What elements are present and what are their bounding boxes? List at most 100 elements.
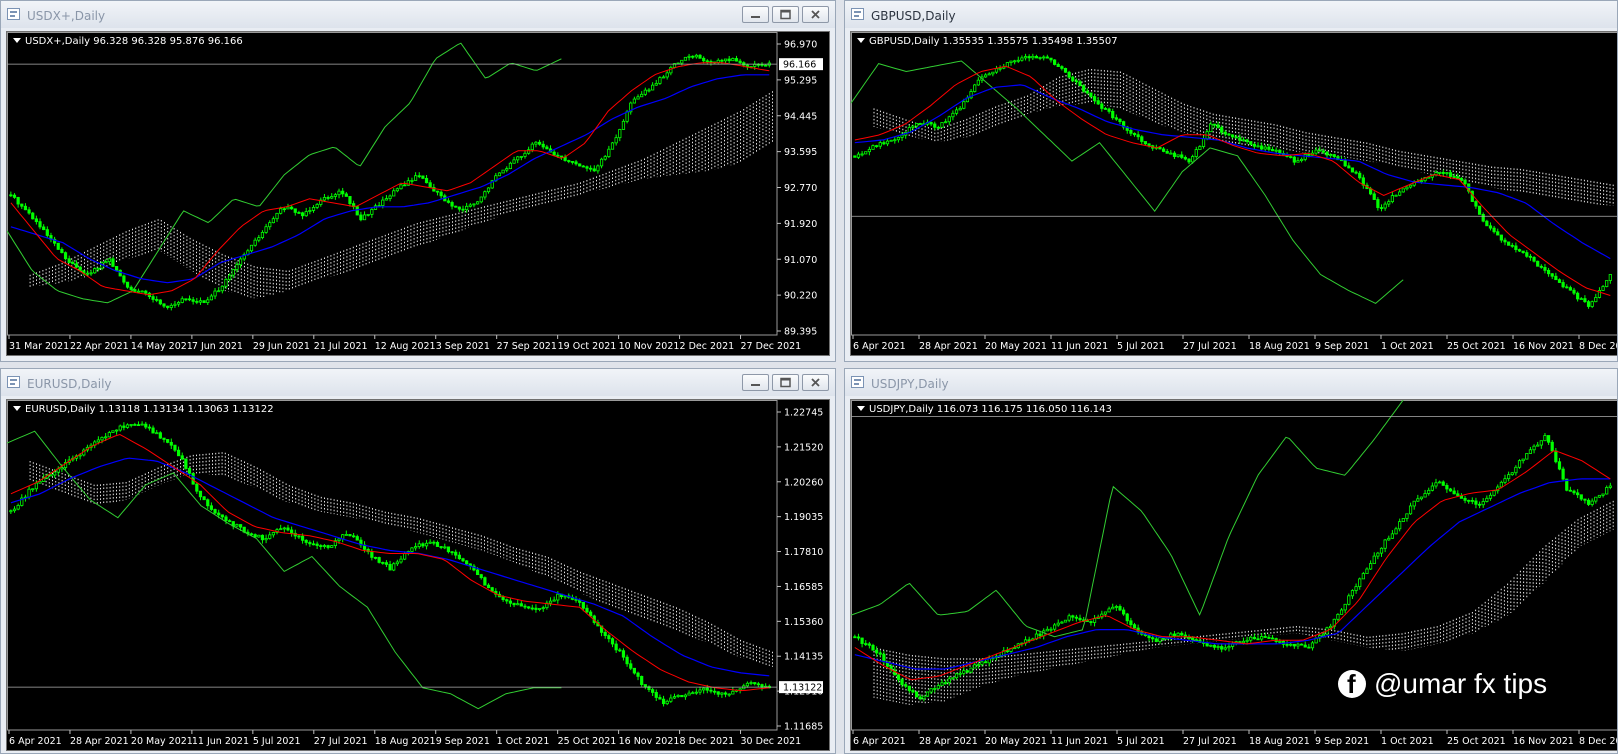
candle-body (1074, 616, 1078, 619)
maximize-button[interactable] (772, 6, 799, 23)
candle-body (257, 534, 261, 538)
candle-body (643, 89, 647, 95)
window-titlebar[interactable]: USDX+,Daily (1, 1, 835, 28)
date-label: 9 Sep 2021 (1315, 736, 1369, 747)
candle-body (1310, 642, 1315, 649)
candle-body (1292, 643, 1296, 647)
minimize-button[interactable] (742, 374, 769, 391)
candle-body (421, 175, 425, 179)
candle-body (1118, 118, 1122, 123)
candle-body (527, 149, 531, 154)
candle-body (1507, 474, 1511, 480)
candle-body (1496, 231, 1500, 236)
candle-body (1452, 490, 1456, 495)
window-titlebar[interactable]: EURUSD,Daily (1, 369, 835, 396)
window-titlebar[interactable]: USDJPY,Daily (845, 369, 1617, 396)
watermark-text: @umar fx tips (1374, 668, 1548, 699)
candle-body (1601, 286, 1605, 291)
price-chart: 1.22745 1.21520 1.20260 1.19035 1.17810 1.165… (7, 400, 823, 747)
date-label: 31 Mar 2021 (9, 341, 69, 352)
candle-body (9, 510, 13, 513)
candle-body (1187, 636, 1191, 639)
candle-body (129, 286, 133, 290)
chart-window-eurusd[interactable]: EURUSD,Daily 1.22745 1.21520 1.20260 1.1903… (0, 368, 836, 754)
candle-body (1536, 260, 1540, 267)
candle-body (994, 67, 999, 73)
candle-body (446, 200, 451, 203)
chart-area[interactable]: 1.22745 1.21520 1.20260 1.19035 1.17810 1.165… (6, 399, 830, 751)
candle-body (1354, 171, 1358, 174)
candle-body (224, 278, 228, 287)
chart-area[interactable]: 96.970 95.295 94.445 93.595 92.770 91.920 91.0… (6, 31, 830, 356)
candle-body (958, 107, 962, 111)
maximize-button[interactable] (772, 374, 799, 391)
candle-body (1543, 435, 1547, 442)
date-label: 16 Nov 2021 (1513, 736, 1574, 747)
candle-body (27, 488, 31, 498)
candle-body (691, 692, 695, 695)
candle-body (271, 218, 275, 224)
date-label: 8 Dec 20 (1579, 736, 1618, 747)
date-label: 11 Jun 2021 (192, 736, 249, 747)
candle-body (1499, 481, 1503, 488)
candle-body (1477, 503, 1482, 506)
candle-body (1554, 450, 1558, 463)
candle-body (176, 302, 181, 305)
chart-window-usdx[interactable]: USDX+,Daily 96.970 95.295 94.445 93.595 92.7… (0, 0, 836, 362)
candle-body (556, 154, 560, 157)
candle-body (914, 123, 919, 127)
date-label: 28 Apr 2021 (919, 341, 978, 352)
candle-body (1122, 609, 1126, 615)
candle-body (632, 667, 636, 674)
minimize-icon (751, 16, 760, 18)
candle-body (490, 587, 494, 592)
candle-body (330, 196, 334, 199)
candle-body (556, 593, 560, 601)
date-label: 28 Apr 2021 (919, 736, 978, 747)
candle-body (541, 607, 545, 610)
candle-body (508, 162, 513, 170)
candle-body (947, 678, 951, 683)
candle-body (1321, 150, 1325, 153)
candle-body (534, 607, 538, 610)
candle-body (1278, 149, 1282, 154)
candle-body (362, 214, 367, 221)
candle-body (1597, 494, 1602, 498)
date-label: 12 Aug 2021 (375, 341, 436, 352)
candle-body (125, 281, 130, 288)
chart-area[interactable]: 6 Apr 2021 28 Apr 2021 20 May 2021 11 Jun 2… (850, 31, 1617, 356)
candle-body (271, 532, 275, 536)
candle-body (552, 599, 556, 602)
candle-body (191, 299, 195, 302)
close-button[interactable] (802, 6, 829, 23)
candle-body (1445, 484, 1449, 490)
candle-body (264, 226, 268, 233)
candle-body (1546, 435, 1551, 443)
window-titlebar[interactable]: GBPUSD,Daily (845, 1, 1617, 28)
candle-body (1608, 274, 1612, 281)
triangle-down-icon[interactable] (857, 38, 865, 43)
candle-body (1129, 620, 1133, 626)
candle-body (578, 163, 582, 167)
candle-body (636, 96, 640, 100)
candle-body (1514, 466, 1518, 474)
candle-body (1525, 453, 1529, 460)
candle-body (1536, 444, 1540, 447)
candle-body (1398, 521, 1402, 530)
candle-body (1481, 501, 1485, 506)
candle-body (621, 650, 626, 658)
chart-window-gbpusd[interactable]: GBPUSD,Daily 6 Apr 2021 28 Apr 2021 20 May… (844, 0, 1618, 362)
candle-body (1448, 172, 1453, 177)
minimize-button[interactable] (742, 6, 769, 23)
candle-body (1343, 603, 1347, 611)
candle-body (1441, 481, 1445, 486)
candle-body (505, 168, 509, 171)
candle-body (392, 563, 396, 571)
triangle-down-icon[interactable] (13, 38, 21, 43)
triangle-down-icon[interactable] (13, 406, 21, 411)
triangle-down-icon[interactable] (857, 406, 865, 411)
close-button[interactable] (802, 374, 829, 391)
candle-body (625, 111, 629, 122)
candle-body (720, 59, 724, 62)
candle-body (680, 59, 684, 64)
